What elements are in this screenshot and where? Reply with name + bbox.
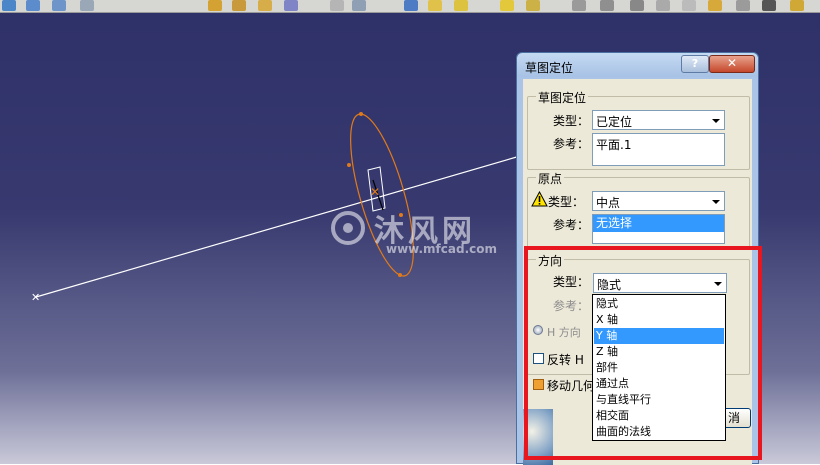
- positioning-reference-field[interactable]: 平面.1: [592, 133, 725, 166]
- chevron-down-icon[interactable]: [708, 112, 723, 128]
- positioning-type-label: 类型：: [553, 114, 590, 128]
- dialog-titlebar[interactable]: 草图定位 ? ✕: [517, 53, 758, 77]
- close-button[interactable]: ✕: [709, 55, 755, 73]
- origin-reference-value: 无选择: [593, 215, 724, 232]
- highlight-annotation-box: [524, 246, 762, 460]
- positioning-group-label: 草图定位: [536, 89, 589, 106]
- positioning-reference-label: 参考：: [553, 137, 590, 151]
- sketch-point: [347, 163, 351, 167]
- watermark-url: www.mfcad.com: [386, 242, 497, 256]
- origin-reference-label: 参考：: [553, 218, 590, 232]
- dialog-title: 草图定位: [525, 61, 574, 75]
- sketch-point: [359, 112, 363, 116]
- origin-type-select[interactable]: 中点: [592, 191, 725, 211]
- origin-marker: ✕: [370, 185, 380, 199]
- line-endpoint-marker: ✕: [31, 291, 40, 304]
- origin-reference-field[interactable]: 无选择: [592, 214, 725, 244]
- positioning-reference-value: 平面.1: [596, 138, 632, 152]
- origin-type-label: 类型：: [548, 195, 585, 209]
- origin-group-label: 原点: [536, 170, 565, 187]
- origin-type-value: 中点: [596, 196, 621, 210]
- sketch-point: [398, 273, 402, 277]
- warning-icon: [531, 191, 548, 207]
- positioning-type-value: 已定位: [596, 115, 633, 129]
- chevron-down-icon[interactable]: [708, 193, 723, 209]
- watermark-logo-icon: [331, 211, 365, 245]
- positioning-type-select[interactable]: 已定位: [592, 110, 725, 130]
- help-button[interactable]: ?: [681, 55, 709, 73]
